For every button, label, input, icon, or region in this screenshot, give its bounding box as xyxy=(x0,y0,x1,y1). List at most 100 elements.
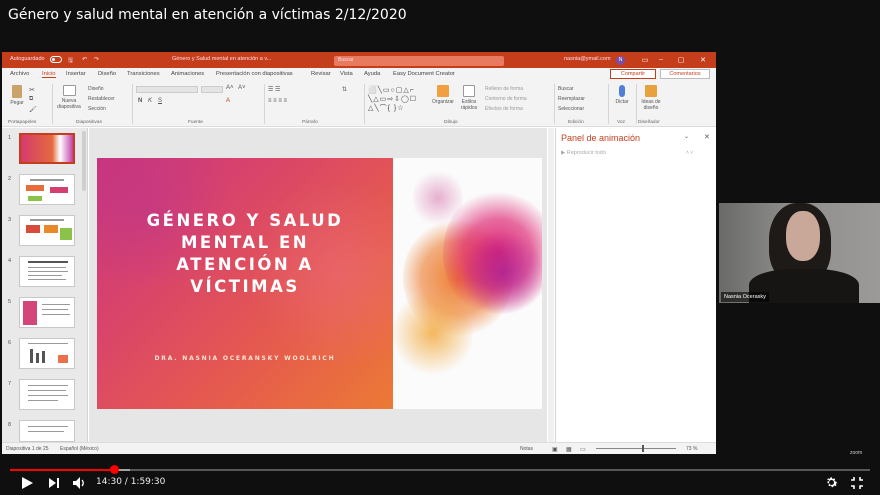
share-button[interactable]: Compartir xyxy=(610,69,656,79)
language[interactable]: Español (México) xyxy=(60,446,99,452)
tab-transiciones[interactable]: Transiciones xyxy=(127,71,160,77)
tab-revisar[interactable]: Revisar xyxy=(311,71,331,77)
zoom-level[interactable]: 73 % xyxy=(686,446,697,452)
thumbnail-scrollbar[interactable] xyxy=(82,131,86,191)
close-pane-icon[interactable]: ✕ xyxy=(704,133,710,141)
minimize-icon[interactable]: – xyxy=(654,56,668,68)
slide-count: Diapositiva 1 de 25 xyxy=(6,446,49,452)
quick-styles-button[interactable]: Estilos rápidos xyxy=(457,85,481,111)
comments-button[interactable]: Comentarios xyxy=(660,69,710,79)
copy-icon[interactable]: ⧉ xyxy=(29,96,33,103)
slide-thumbnail-7[interactable] xyxy=(19,379,75,410)
align-icons[interactable]: ≡ ≡ ≡ ≡ xyxy=(268,98,287,104)
ppt-titlebar: Autoguardado 🖫 ↶ ↷ Género y Salud mental… xyxy=(2,52,716,68)
group-label-voice: Voz xyxy=(617,120,626,125)
format-painter-icon[interactable]: 🖌 xyxy=(29,106,37,113)
slide-title[interactable]: GÉNERO Y SALUD MENTAL EN ATENCIÓN A VÍCT… xyxy=(107,210,383,298)
bold-icon[interactable]: N xyxy=(138,98,142,104)
exit-fullscreen-icon[interactable] xyxy=(850,476,864,490)
zoom-slider-knob[interactable] xyxy=(642,445,644,452)
next-icon[interactable] xyxy=(48,477,60,489)
group-label-slides: Diapositivas xyxy=(76,120,102,125)
shape-effects-button[interactable]: Efectos de forma xyxy=(485,106,523,112)
settings-gear-icon[interactable] xyxy=(824,475,839,490)
underline-icon[interactable]: S xyxy=(158,98,162,104)
ppt-search-box[interactable]: Buscar xyxy=(334,56,504,66)
arrange-button[interactable]: Organizar xyxy=(432,85,454,105)
italic-icon[interactable]: K xyxy=(148,98,152,104)
paint-splash-image xyxy=(393,158,542,409)
animation-pane-title: Panel de animación xyxy=(561,133,641,143)
save-icon[interactable]: 🖫 xyxy=(68,56,73,66)
cut-icon[interactable]: ✂ xyxy=(29,86,35,94)
tab-easy-document-creator[interactable]: Easy Document Creator xyxy=(393,71,455,77)
avatar[interactable]: N xyxy=(616,56,625,65)
reading-view-icon[interactable]: ▭ xyxy=(580,446,586,453)
reorder-arrows-icon[interactable]: ˄ ˅ xyxy=(686,150,693,156)
video-progress-bar[interactable] xyxy=(10,465,870,474)
slide-thumbnail-5[interactable] xyxy=(19,297,75,328)
shape-outline-button[interactable]: Contorno de forma xyxy=(485,96,527,102)
tab-animaciones[interactable]: Animaciones xyxy=(171,71,204,77)
decrease-font-icon[interactable]: A˅ xyxy=(238,85,246,91)
font-name-dropdown[interactable] xyxy=(136,86,198,93)
scrubber-handle[interactable] xyxy=(109,465,119,474)
close-icon[interactable]: ✕ xyxy=(696,56,710,68)
design-ideas-icon xyxy=(645,85,657,97)
play-icon[interactable] xyxy=(20,476,34,490)
tab-diseno[interactable]: Diseño xyxy=(98,71,116,77)
section-button[interactable]: Sección xyxy=(88,106,106,112)
notes-button[interactable]: Notas xyxy=(520,446,533,452)
slide-scrollbar[interactable] xyxy=(548,128,554,442)
play-all-button[interactable]: ▶ Reproducir todo xyxy=(561,150,606,156)
zoom-slider[interactable] xyxy=(596,448,676,449)
ribbon-separator xyxy=(608,84,609,124)
slide-thumbnail-3[interactable] xyxy=(19,215,75,246)
replace-button[interactable]: Reemplazar xyxy=(558,96,585,102)
tab-archivo[interactable]: Archivo xyxy=(10,71,29,77)
sorter-view-icon[interactable]: ▦ xyxy=(566,446,572,453)
layout-button[interactable]: Diseño xyxy=(88,86,104,92)
volume-icon[interactable] xyxy=(72,476,86,490)
slide-number: 5 xyxy=(8,299,12,305)
find-button[interactable]: Buscar xyxy=(558,86,574,92)
current-slide[interactable]: GÉNERO Y SALUD MENTAL EN ATENCIÓN A VÍCT… xyxy=(97,158,542,409)
chevron-down-icon[interactable]: ⌄ xyxy=(684,133,689,140)
group-label-designer: Diseñador xyxy=(638,120,660,125)
new-slide-button[interactable]: Nueva diapositiva xyxy=(54,85,84,110)
tab-ayuda[interactable]: Ayuda xyxy=(364,71,380,77)
shape-fill-button[interactable]: Relleno de forma xyxy=(485,86,523,92)
design-ideas-button[interactable]: Ideas de diseño xyxy=(639,85,663,111)
slide-thumbnail-2[interactable] xyxy=(19,174,75,205)
font-color-icon[interactable]: A xyxy=(226,98,230,104)
tab-presentacion[interactable]: Presentación con diapositivas xyxy=(216,71,293,77)
tab-insertar[interactable]: Insertar xyxy=(66,71,86,77)
maximize-icon[interactable]: ▢ xyxy=(674,56,688,68)
paste-button[interactable]: Pegar xyxy=(6,85,28,106)
slide-thumbnail-8[interactable] xyxy=(19,420,75,442)
ribbon-tabs: Archivo Inicio Insertar Diseño Transicio… xyxy=(2,68,716,81)
font-size-dropdown[interactable] xyxy=(201,86,223,93)
redo-icon[interactable]: ↷ xyxy=(94,56,99,63)
dictate-button[interactable]: Dictar xyxy=(611,85,633,105)
select-button[interactable]: Seleccionar xyxy=(558,106,584,112)
reset-button[interactable]: Restablecer xyxy=(88,96,115,102)
increase-font-icon[interactable]: A˄ xyxy=(226,85,234,91)
ribbon-separator xyxy=(636,84,637,124)
text-direction-icon[interactable]: ⇅ xyxy=(342,86,347,93)
ribbon-display-icon[interactable]: ▭ xyxy=(638,56,652,68)
slide-number: 3 xyxy=(8,217,12,223)
shapes-gallery[interactable]: ⬜╲▭○▢△⌐ ╲△▭⇨⇩◯☐ △╲⌒{ }☆ xyxy=(368,86,428,116)
slide-thumbnail-1[interactable] xyxy=(19,133,75,164)
autosave-toggle[interactable] xyxy=(50,56,62,63)
undo-icon[interactable]: ↶ xyxy=(82,56,87,63)
bullets-icon[interactable]: ☰ ☰ xyxy=(268,86,280,93)
meeting-logo: zoom xyxy=(850,450,863,456)
normal-view-icon[interactable]: ▣ xyxy=(552,446,558,453)
slide-thumbnail-4[interactable] xyxy=(19,256,75,287)
group-label-editing: Edición xyxy=(568,120,584,125)
tab-inicio[interactable]: Inicio xyxy=(42,71,56,78)
slide-author[interactable]: DRA. NASNIA OCERANSKY WOOLRICH xyxy=(107,355,383,362)
slide-thumbnail-6[interactable] xyxy=(19,338,75,369)
tab-vista[interactable]: Vista xyxy=(340,71,353,77)
